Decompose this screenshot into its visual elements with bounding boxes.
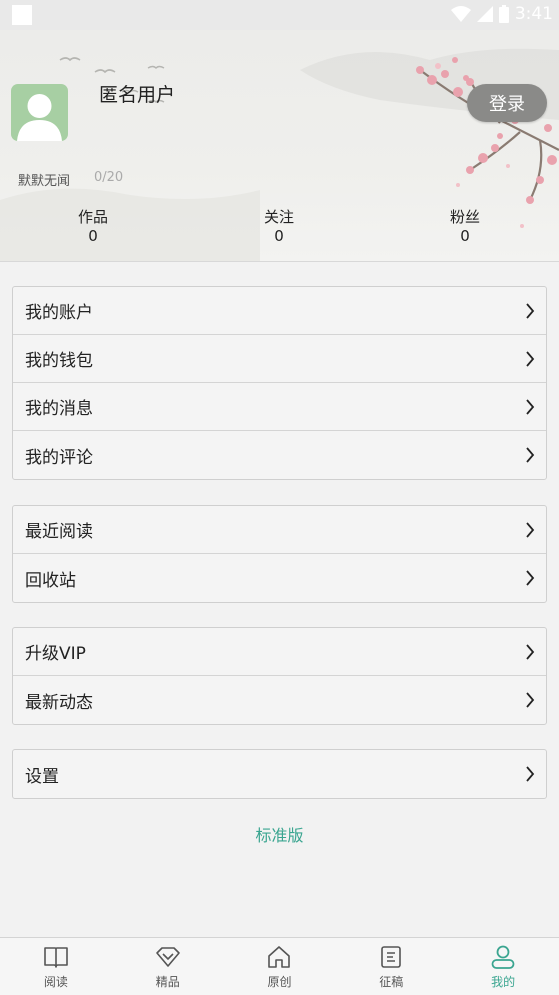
signature-text[interactable]: 默默无闻 — [18, 170, 70, 189]
stat-label: 作品 — [77, 208, 108, 226]
menu-item-recent-reading[interactable]: 最近阅读 — [13, 506, 546, 554]
notification-icon — [12, 5, 32, 25]
document-icon — [381, 946, 402, 968]
default-avatar-icon — [17, 94, 62, 141]
nav-tab-submissions[interactable]: 征稿 — [335, 938, 447, 995]
avatar[interactable] — [11, 84, 68, 141]
user-icon — [491, 945, 515, 969]
menu-item-upgrade-vip[interactable]: 升级VIP — [13, 628, 546, 676]
chevron-right-icon — [526, 399, 535, 415]
nav-tab-label: 阅读 — [43, 975, 68, 989]
stat-value: 0 — [460, 227, 470, 245]
chevron-right-icon — [526, 351, 535, 367]
stat-value: 0 — [274, 227, 284, 245]
nav-tab-label: 我的 — [491, 975, 516, 989]
menu-item-my-account[interactable]: 我的账户 — [13, 287, 546, 335]
battery-icon — [498, 5, 509, 23]
signature-count: 0/20 — [94, 170, 124, 185]
chevron-right-icon — [526, 644, 535, 660]
menu-item-label: 回收站 — [25, 570, 76, 591]
stat-works[interactable]: 作品 0 — [48, 208, 138, 246]
stat-followers[interactable]: 粉丝 0 — [420, 208, 510, 246]
nav-tab-label: 征稿 — [379, 975, 404, 989]
username: 匿名用户 — [99, 84, 176, 106]
menu-item-settings[interactable]: 设置 — [13, 750, 546, 798]
stat-value: 0 — [88, 227, 98, 245]
chevron-right-icon — [526, 303, 535, 319]
login-button[interactable]: 登录 — [467, 84, 547, 122]
menu-item-recycle-bin[interactable]: 回收站 — [13, 554, 546, 602]
menu-item-latest-news[interactable]: 最新动态 — [13, 676, 546, 724]
menu-group-vip: 升级VIP 最新动态 — [12, 627, 547, 725]
menu-item-label: 最近阅读 — [25, 522, 93, 542]
menu-item-label: 我的消息 — [25, 399, 93, 419]
nav-tab-mine[interactable]: 我的 — [447, 938, 559, 995]
menu-item-my-comments[interactable]: 我的评论 — [13, 431, 546, 479]
chevron-right-icon — [526, 522, 535, 538]
menu-item-label: 我的钱包 — [25, 351, 93, 371]
menu-group-account: 我的账户 我的钱包 我的消息 我的评论 — [12, 286, 547, 480]
menu-group-reading: 最近阅读 回收站 — [12, 505, 547, 603]
menu-item-label: 最新动态 — [25, 692, 93, 713]
chevron-right-icon — [526, 766, 535, 782]
stat-label: 粉丝 — [449, 208, 480, 226]
wifi-icon — [450, 6, 471, 22]
book-icon — [44, 947, 68, 968]
status-time: 3:41 — [514, 4, 553, 24]
home-icon — [268, 946, 291, 968]
chevron-right-icon — [526, 570, 535, 586]
stat-following[interactable]: 关注 0 — [234, 208, 324, 246]
signal-icon — [476, 6, 493, 22]
chevron-right-icon — [526, 447, 535, 463]
profile-header: 匿名用户 登录 默默无闻 0/20 作品 0 关注 0 粉丝 0 — [0, 30, 559, 262]
menu-item-label: 我的账户 — [25, 303, 93, 323]
nav-tab-original[interactable]: 原创 — [224, 938, 336, 995]
stat-label: 关注 — [263, 208, 294, 226]
edition-label: 标准版 — [255, 826, 304, 845]
menu-item-my-wallet[interactable]: 我的钱包 — [13, 335, 546, 383]
menu-item-label: 设置 — [25, 766, 59, 787]
menu-item-label: 升级VIP — [25, 644, 86, 664]
menu-group-settings: 设置 — [12, 749, 547, 799]
status-bar: 3:41 — [0, 0, 559, 30]
menu-item-label: 我的评论 — [25, 447, 93, 468]
bottom-nav: 阅读 精品 原创 征稿 我的 — [0, 937, 559, 995]
nav-tab-featured[interactable]: 精品 — [112, 938, 224, 995]
nav-tab-label: 原创 — [267, 975, 292, 989]
nav-tab-read[interactable]: 阅读 — [0, 938, 112, 995]
chevron-right-icon — [526, 692, 535, 708]
menu-item-my-messages[interactable]: 我的消息 — [13, 383, 546, 431]
nav-tab-label: 精品 — [155, 975, 180, 989]
diamond-icon — [155, 947, 180, 967]
